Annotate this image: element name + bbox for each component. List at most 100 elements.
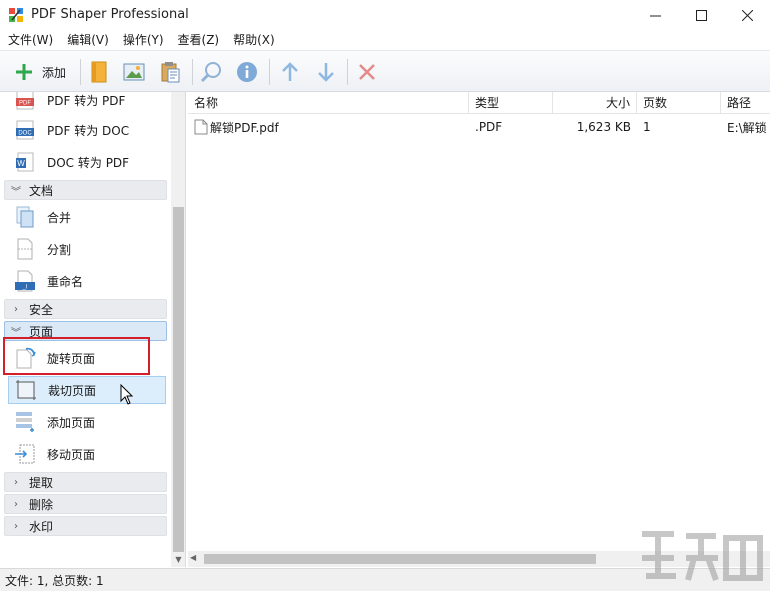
- file-icon: [194, 119, 208, 135]
- scroll-left-arrow-icon[interactable]: ◀: [190, 553, 196, 562]
- add-button-label: 添加: [41, 65, 66, 80]
- rename-icon: _I: [12, 270, 38, 292]
- title-bar: PDF Shaper Professional: [0, 0, 770, 30]
- pdf-to-pdf-icon: PDF: [12, 92, 38, 111]
- window-title: PDF Shaper Professional: [31, 7, 189, 22]
- toolbar-separator: [80, 59, 81, 85]
- svg-text:_I: _I: [21, 285, 27, 291]
- menu-view[interactable]: 查看(Z): [171, 30, 227, 50]
- clipboard-icon: [161, 62, 180, 83]
- chevron-right-icon: ›: [14, 476, 18, 488]
- app-logo-icon: [9, 8, 23, 22]
- task-move-page[interactable]: 移动页面: [8, 440, 166, 468]
- scroll-down-arrow-icon[interactable]: ▼: [171, 551, 185, 567]
- paste-button[interactable]: [157, 59, 183, 85]
- task-label: 裁切页面: [48, 383, 97, 398]
- menu-help[interactable]: 帮助(X): [226, 30, 282, 50]
- close-button[interactable]: [724, 0, 770, 30]
- svg-text:DOC: DOC: [18, 131, 32, 137]
- split-icon: [12, 238, 38, 260]
- category-label: 水印: [29, 519, 54, 534]
- file-list: 名称 类型 大小 页数 路径 解锁PDF.pdf .PDF 1,623 KB 1…: [188, 92, 770, 567]
- info-icon: [237, 62, 257, 82]
- move-page-icon: [12, 443, 38, 465]
- doc-to-pdf-icon: W: [12, 151, 38, 173]
- table-row[interactable]: 解锁PDF.pdf .PDF 1,623 KB 1 E:\解锁: [188, 92, 770, 142]
- task-pdf-to-pdf[interactable]: PDF PDF 转为 PDF: [8, 92, 166, 114]
- add-button[interactable]: 添加: [8, 59, 72, 85]
- highlight-annotation-box: [3, 337, 150, 375]
- task-label: DOC 转为 PDF: [47, 155, 130, 170]
- plus-icon: [15, 64, 32, 80]
- file-pages: 1: [643, 120, 651, 134]
- info-button[interactable]: [234, 59, 260, 85]
- toolbar-separator: [347, 59, 348, 85]
- search-icon: [200, 62, 221, 83]
- category-label: 删除: [29, 497, 54, 512]
- toolbar: 添加: [0, 50, 770, 92]
- remove-button[interactable]: [354, 59, 380, 85]
- chevron-right-icon: ›: [14, 498, 18, 510]
- category-label: 文档: [29, 183, 54, 198]
- file-path: E:\解锁: [727, 120, 767, 135]
- file-type: .PDF: [475, 120, 503, 134]
- task-label: 合并: [47, 210, 72, 225]
- category-delete[interactable]: › 删除: [4, 494, 167, 514]
- delete-x-icon: [359, 64, 375, 80]
- crop-page-icon: [13, 379, 39, 401]
- document-icon: [91, 61, 107, 83]
- scrollbar-thumb[interactable]: [173, 207, 184, 552]
- chevron-double-down-icon: ︾: [11, 186, 21, 198]
- task-label: PDF 转为 DOC: [47, 123, 130, 138]
- task-label: 分割: [47, 242, 72, 257]
- scrollbar-thumb[interactable]: [204, 554, 596, 564]
- task-add-page[interactable]: 添加页面: [8, 408, 166, 436]
- add-page-icon: [12, 411, 38, 433]
- maximize-icon: [695, 9, 707, 21]
- minimize-icon: [649, 15, 661, 16]
- task-crop-page[interactable]: 裁切页面: [8, 376, 166, 404]
- category-document[interactable]: ︾ 文档: [4, 180, 167, 200]
- category-extract[interactable]: › 提取: [4, 472, 167, 492]
- task-label: 添加页面: [47, 415, 96, 430]
- arrow-up-icon: [282, 62, 298, 81]
- toolbar-separator: [192, 59, 193, 85]
- menu-file[interactable]: 文件(W): [0, 30, 60, 50]
- chevron-right-icon: ›: [14, 520, 18, 532]
- move-up-button[interactable]: [277, 59, 303, 85]
- category-watermark[interactable]: › 水印: [4, 516, 167, 536]
- task-panel: PDF PDF 转为 PDF DOC PDF 转为 DOC W DOC 转为 P…: [0, 92, 186, 567]
- file-size: 1,623 KB: [576, 120, 631, 134]
- merge-icon: [12, 206, 38, 228]
- close-icon: [741, 9, 753, 21]
- category-security[interactable]: › 安全: [4, 299, 167, 319]
- task-label: 重命名: [47, 274, 84, 289]
- task-merge[interactable]: 合并: [8, 203, 166, 231]
- task-label: PDF 转为 PDF: [47, 93, 126, 108]
- category-label: 提取: [29, 475, 54, 490]
- status-text: 文件: 1, 总页数: 1: [5, 573, 104, 588]
- task-label: 移动页面: [47, 447, 96, 462]
- file-name: 解锁PDF.pdf: [210, 120, 279, 135]
- mouse-cursor-icon: [120, 384, 134, 405]
- move-down-button[interactable]: [313, 59, 339, 85]
- task-doc-to-pdf[interactable]: W DOC 转为 PDF: [8, 148, 166, 176]
- menu-edit[interactable]: 编辑(V): [60, 30, 116, 50]
- task-panel-scrollbar[interactable]: ▼: [171, 92, 185, 567]
- task-pdf-to-doc[interactable]: DOC PDF 转为 DOC: [8, 116, 166, 144]
- minimize-button[interactable]: [632, 0, 678, 30]
- search-button[interactable]: [198, 59, 224, 85]
- chevron-right-icon: ›: [14, 303, 18, 315]
- menu-action[interactable]: 操作(Y): [116, 30, 171, 50]
- task-split[interactable]: 分割: [8, 235, 166, 263]
- toolbar-separator: [269, 59, 270, 85]
- image-button[interactable]: [121, 59, 147, 85]
- category-label: 安全: [29, 302, 54, 317]
- task-rename[interactable]: _I 重命名: [8, 267, 166, 295]
- maximize-button[interactable]: [678, 0, 724, 30]
- svg-text:PDF: PDF: [19, 101, 31, 107]
- watermark-logo: [642, 531, 763, 582]
- svg-text:W: W: [17, 159, 25, 168]
- open-folder-button[interactable]: [86, 59, 112, 85]
- pdf-to-doc-icon: DOC: [12, 119, 38, 141]
